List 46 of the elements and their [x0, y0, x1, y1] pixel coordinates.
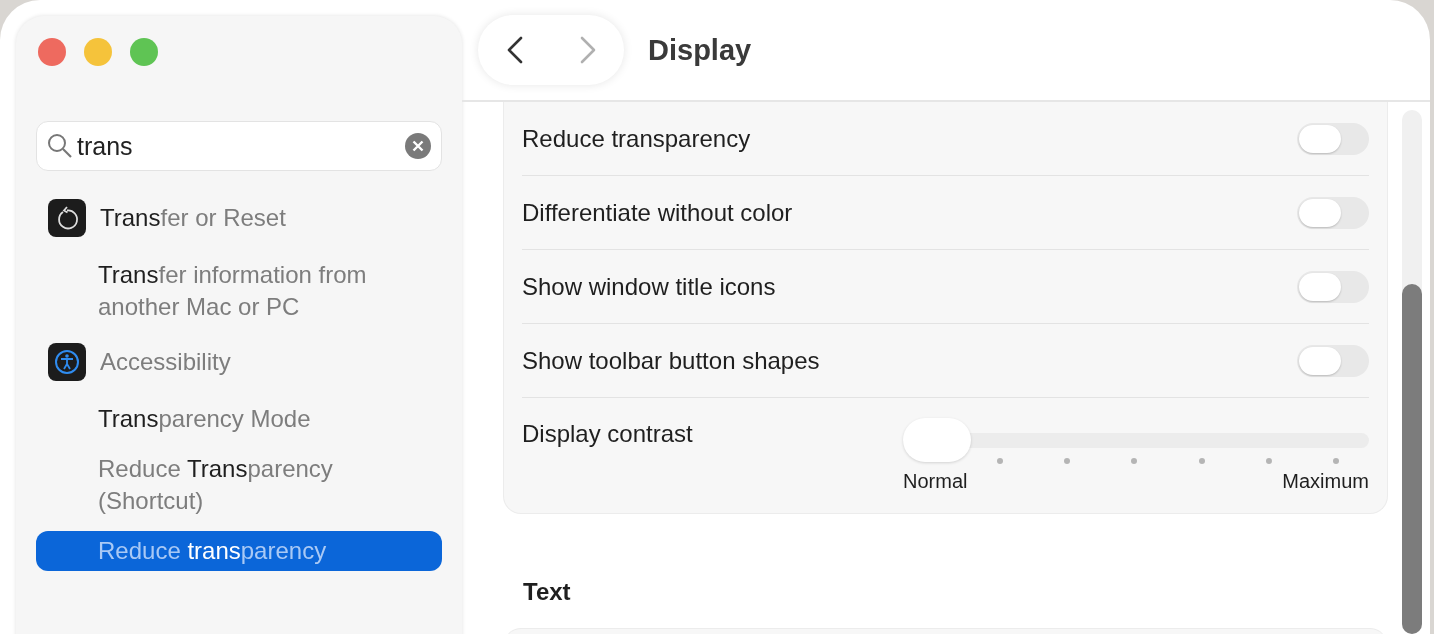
- tick-mark: [997, 458, 1003, 464]
- result-label: Accessibility: [100, 347, 231, 377]
- max-label: Maximum: [1282, 470, 1369, 493]
- search-result[interactable]: Accessibility: [36, 337, 442, 387]
- result-label: Transfer or Reset: [100, 203, 286, 233]
- search-field[interactable]: trans: [36, 121, 442, 171]
- scrollbar[interactable]: [1402, 110, 1422, 634]
- setting-label: Show window title icons: [522, 272, 776, 301]
- min-label: Normal: [903, 470, 968, 493]
- toggle-switch[interactable]: [1297, 270, 1369, 303]
- minimize-button[interactable]: [84, 38, 112, 66]
- tick-mark: [1131, 458, 1138, 464]
- zoom-button[interactable]: [130, 38, 158, 66]
- scroll-thumb[interactable]: [1402, 284, 1422, 634]
- section-title: Text: [523, 578, 572, 606]
- setting-label: Display contrast: [522, 420, 693, 449]
- search-input[interactable]: trans: [77, 131, 401, 161]
- toggle-switch[interactable]: [1297, 196, 1369, 229]
- close-button[interactable]: [38, 38, 66, 66]
- tick-mark: [1332, 458, 1339, 464]
- tick-mark: [1198, 458, 1205, 464]
- slider-thumb[interactable]: [903, 418, 971, 462]
- result-label: Reduce transparency: [98, 536, 327, 566]
- toggle-switch[interactable]: [1297, 344, 1369, 377]
- setting-label: Differentiate without color: [522, 198, 793, 227]
- result-label: Transfer information from another Mac or PC: [98, 260, 368, 322]
- back-icon: [506, 36, 523, 64]
- forward-icon: [579, 36, 596, 64]
- search-result[interactable]: Transfer information from another Mac or PC: [36, 255, 442, 327]
- reset-icon: [48, 199, 86, 237]
- setting-label: Show toolbar button shapes: [522, 346, 820, 375]
- accessibility-icon: [48, 343, 86, 381]
- result-label: Transparency Mode: [98, 404, 311, 434]
- search-result[interactable]: Reduce transparency: [36, 531, 442, 571]
- clear-icon[interactable]: [405, 133, 431, 159]
- search-result[interactable]: Transparency Mode: [36, 399, 442, 439]
- toggle-switch[interactable]: [1297, 122, 1369, 155]
- result-label: Reduce Transparency (Shortcut): [98, 454, 334, 516]
- setting-label: Reduce transparency: [522, 124, 751, 153]
- tick-mark: [1265, 458, 1272, 464]
- search-result[interactable]: Transfer or Reset: [36, 193, 442, 243]
- search-icon: [47, 133, 73, 159]
- page-title: Display: [648, 33, 752, 67]
- tick-mark: [1064, 458, 1071, 464]
- search-result[interactable]: Reduce Transparency (Shortcut): [36, 449, 442, 521]
- slider[interactable]: [903, 418, 1369, 462]
